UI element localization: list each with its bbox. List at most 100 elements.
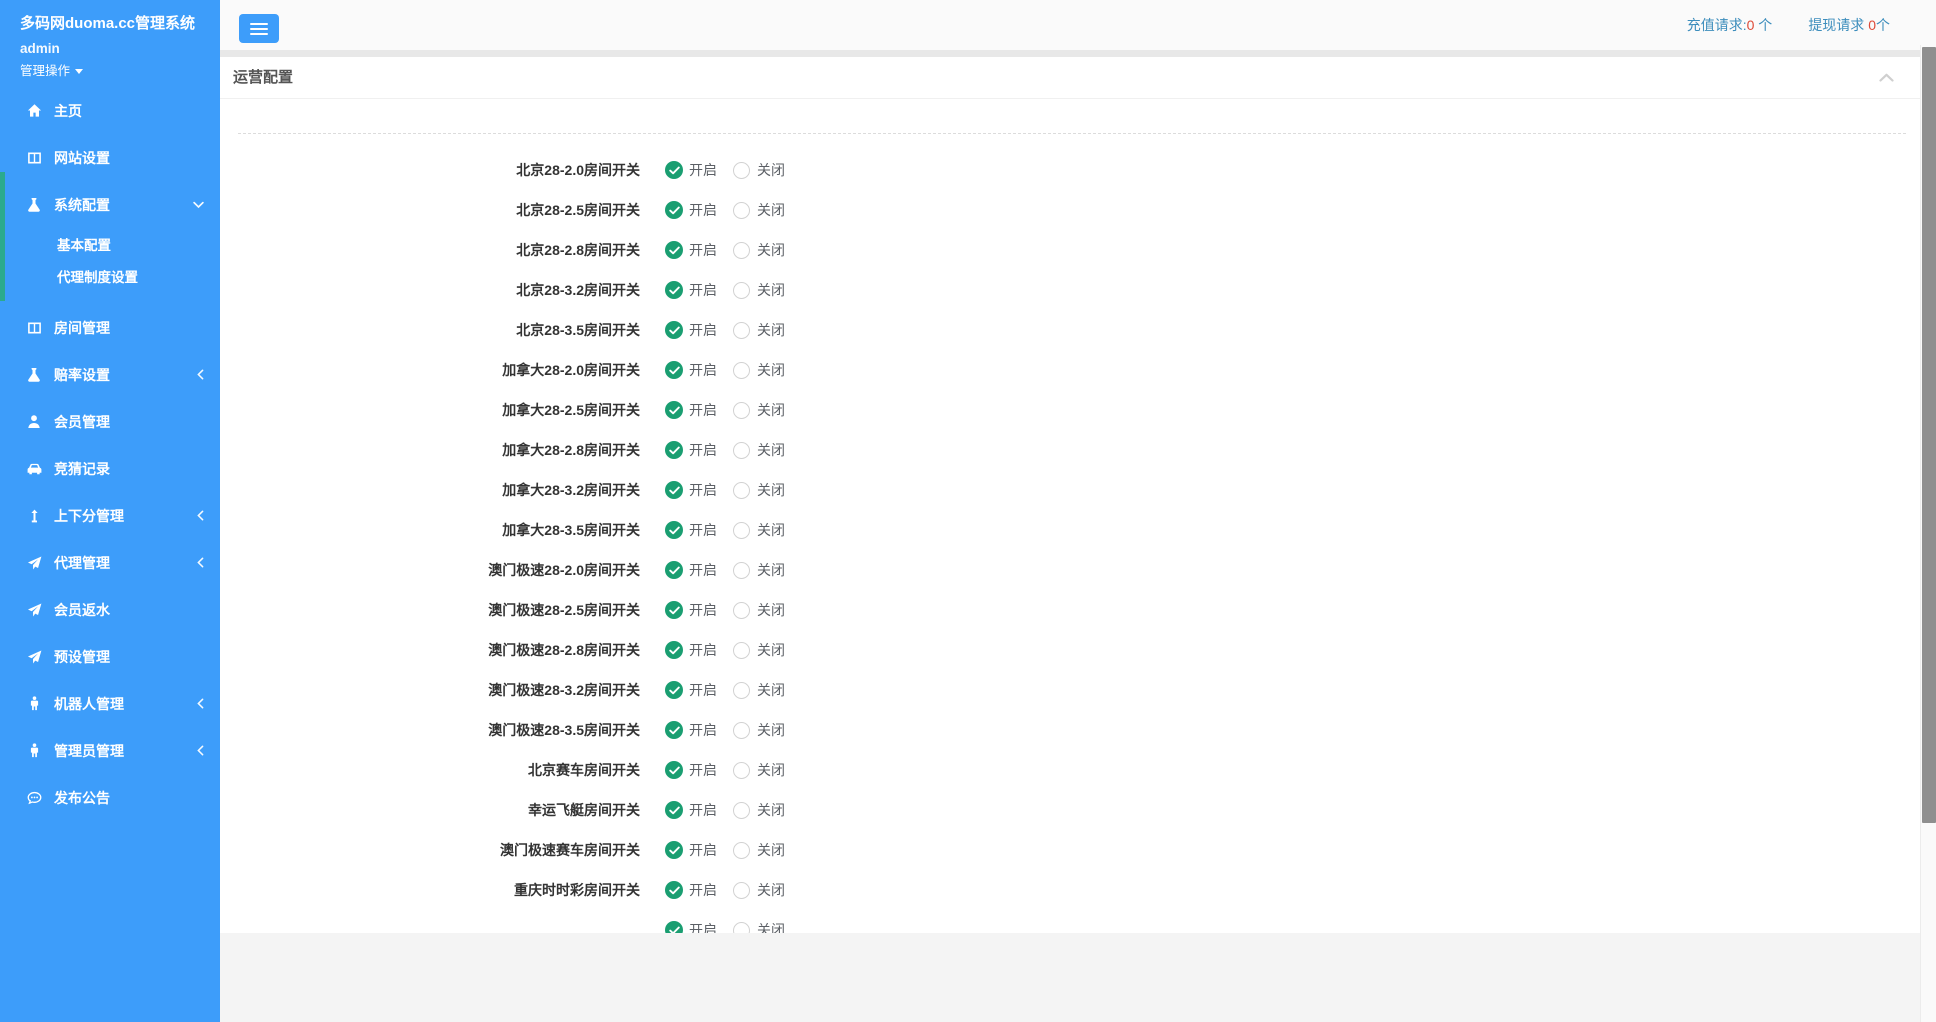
radio-on-selected[interactable]	[665, 201, 683, 219]
radio-off-unselected[interactable]	[733, 322, 750, 339]
radio-off-unselected[interactable]	[733, 922, 750, 934]
radio-off-unselected[interactable]	[733, 242, 750, 259]
radio-on-label[interactable]: 开启	[689, 600, 717, 620]
radio-off-unselected[interactable]	[733, 402, 750, 419]
radio-off-label[interactable]: 关闭	[757, 480, 785, 500]
radio-on-selected[interactable]	[665, 441, 683, 459]
radio-off-label[interactable]: 关闭	[757, 720, 785, 740]
radio-on-label[interactable]: 开启	[689, 760, 717, 780]
sidebar-item[interactable]: 赔率设置	[0, 351, 220, 398]
radio-on-selected[interactable]	[665, 481, 683, 499]
recharge-requests-link[interactable]: 充值请求:0 个	[1687, 15, 1773, 35]
radio-off-unselected[interactable]	[733, 882, 750, 899]
radio-on-selected[interactable]	[665, 321, 683, 339]
radio-on-selected[interactable]	[665, 721, 683, 739]
radio-on-label[interactable]: 开启	[689, 720, 717, 740]
radio-off-unselected[interactable]	[733, 562, 750, 579]
radio-off-label[interactable]: 关闭	[757, 200, 785, 220]
radio-off-label[interactable]: 关闭	[757, 560, 785, 580]
sidebar-item[interactable]: 竞猜记录	[0, 445, 220, 492]
radio-on-selected[interactable]	[665, 521, 683, 539]
collapse-panel-button[interactable]	[1879, 73, 1894, 82]
radio-off-unselected[interactable]	[733, 482, 750, 499]
scrollbar-thumb[interactable]	[1922, 47, 1936, 823]
radio-on-selected[interactable]	[665, 601, 683, 619]
radio-on-label[interactable]: 开启	[689, 400, 717, 420]
sidebar-item[interactable]: 代理管理	[0, 539, 220, 586]
radio-off-label[interactable]: 关闭	[757, 640, 785, 660]
radio-on-label[interactable]: 开启	[689, 200, 717, 220]
radio-on-label[interactable]: 开启	[689, 680, 717, 700]
sidebar-item[interactable]: 上下分管理	[0, 492, 220, 539]
radio-on-label[interactable]: 开启	[689, 280, 717, 300]
sidebar-item[interactable]: 房间管理	[0, 304, 220, 351]
sidebar-item[interactable]: 系统配置	[0, 181, 220, 228]
radio-on-label[interactable]: 开启	[689, 480, 717, 500]
radio-off-label[interactable]: 关闭	[757, 880, 785, 900]
sidebar-item[interactable]: 会员管理	[0, 398, 220, 445]
radio-on-selected[interactable]	[665, 361, 683, 379]
radio-on-selected[interactable]	[665, 841, 683, 859]
sidebar-item[interactable]: 机器人管理	[0, 680, 220, 727]
radio-on-label[interactable]: 开启	[689, 320, 717, 340]
radio-on-label[interactable]: 开启	[689, 520, 717, 540]
radio-on-selected[interactable]	[665, 241, 683, 259]
scrollbar[interactable]	[1920, 45, 1936, 1022]
sidebar-item[interactable]: 网站设置	[0, 134, 220, 181]
radio-on-selected[interactable]	[665, 281, 683, 299]
radio-on-label[interactable]: 开启	[689, 640, 717, 660]
radio-off-unselected[interactable]	[733, 162, 750, 179]
radio-on-selected[interactable]	[665, 801, 683, 819]
radio-off-label[interactable]: 关闭	[757, 920, 785, 933]
radio-off-unselected[interactable]	[733, 762, 750, 779]
radio-on-selected[interactable]	[665, 161, 683, 179]
sidebar-item[interactable]: 发布公告	[0, 774, 220, 821]
radio-on-label[interactable]: 开启	[689, 240, 717, 260]
radio-off-label[interactable]: 关闭	[757, 400, 785, 420]
radio-on-label[interactable]: 开启	[689, 160, 717, 180]
radio-off-unselected[interactable]	[733, 442, 750, 459]
radio-on-label[interactable]: 开启	[689, 560, 717, 580]
sidebar-item[interactable]: 管理员管理	[0, 727, 220, 774]
radio-off-label[interactable]: 关闭	[757, 840, 785, 860]
radio-off-unselected[interactable]	[733, 282, 750, 299]
radio-on-selected[interactable]	[665, 881, 683, 899]
radio-on-selected[interactable]	[665, 641, 683, 659]
radio-off-unselected[interactable]	[733, 362, 750, 379]
radio-off-unselected[interactable]	[733, 682, 750, 699]
radio-on-label[interactable]: 开启	[689, 920, 717, 933]
radio-off-label[interactable]: 关闭	[757, 360, 785, 380]
radio-off-unselected[interactable]	[733, 722, 750, 739]
radio-off-unselected[interactable]	[733, 642, 750, 659]
radio-on-selected[interactable]	[665, 681, 683, 699]
radio-on-selected[interactable]	[665, 561, 683, 579]
sidebar-item[interactable]: 主页	[0, 87, 220, 134]
radio-off-label[interactable]: 关闭	[757, 600, 785, 620]
sidebar-toggle-button[interactable]	[239, 14, 279, 43]
withdraw-requests-link[interactable]: 提现请求 0个	[1808, 15, 1890, 35]
radio-off-label[interactable]: 关闭	[757, 240, 785, 260]
radio-on-label[interactable]: 开启	[689, 800, 717, 820]
radio-off-unselected[interactable]	[733, 602, 750, 619]
radio-off-unselected[interactable]	[733, 802, 750, 819]
radio-on-selected[interactable]	[665, 401, 683, 419]
user-actions-dropdown[interactable]: 管理操作	[20, 60, 200, 79]
radio-off-unselected[interactable]	[733, 842, 750, 859]
sidebar-item[interactable]: 会员返水	[0, 586, 220, 633]
radio-on-label[interactable]: 开启	[689, 360, 717, 380]
radio-off-label[interactable]: 关闭	[757, 440, 785, 460]
radio-off-unselected[interactable]	[733, 522, 750, 539]
radio-off-label[interactable]: 关闭	[757, 680, 785, 700]
sidebar-subitem[interactable]: 代理制度设置	[0, 262, 220, 294]
radio-on-selected[interactable]	[665, 921, 683, 933]
radio-off-label[interactable]: 关闭	[757, 160, 785, 180]
radio-on-label[interactable]: 开启	[689, 840, 717, 860]
radio-on-label[interactable]: 开启	[689, 440, 717, 460]
radio-off-label[interactable]: 关闭	[757, 800, 785, 820]
sidebar-item[interactable]: 预设管理	[0, 633, 220, 680]
radio-on-selected[interactable]	[665, 761, 683, 779]
radio-off-label[interactable]: 关闭	[757, 280, 785, 300]
radio-off-label[interactable]: 关闭	[757, 760, 785, 780]
sidebar-subitem[interactable]: 基本配置	[0, 230, 220, 262]
radio-off-label[interactable]: 关闭	[757, 320, 785, 340]
